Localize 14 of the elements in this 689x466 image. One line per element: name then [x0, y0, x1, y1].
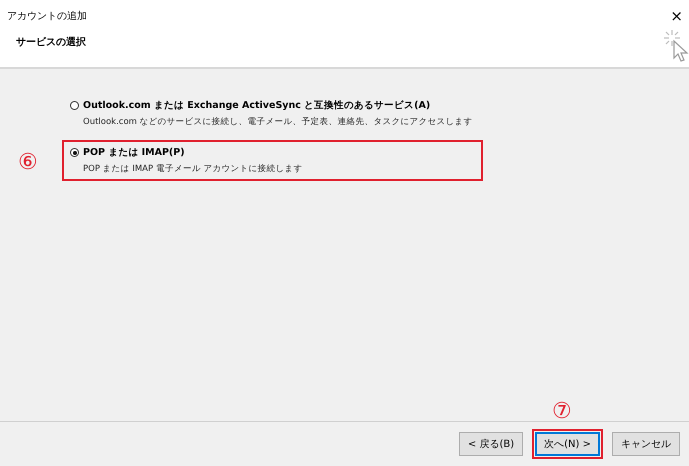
option-description: POP または IMAP 電子メール アカウントに接続します — [82, 164, 304, 176]
step-number: ⑥ — [18, 152, 38, 174]
dialog-button[interactable]: < 戻る(B) — [458, 432, 524, 456]
radio-button[interactable] — [70, 101, 79, 110]
close-button[interactable]: × — [668, 8, 685, 24]
dialog-button[interactable]: 次へ(N) > — [535, 432, 600, 456]
radio-option[interactable]: Outlook.com または Exchange ActiveSync と互換性のあるサービス(A) — [70, 99, 475, 112]
option-description: Outlook.com などのサービスに接続し、電子メール、予定表、連絡先、タスクにアクセスします — [82, 117, 474, 128]
window-title: アカウントの追加 — [7, 10, 87, 23]
step-number: ⑦ — [552, 401, 572, 423]
section-title: サービスの選択 — [16, 36, 86, 49]
radio-option[interactable]: POP または IMAP(P) — [70, 146, 475, 160]
dialog-button[interactable]: キャンセル — [612, 432, 680, 456]
radio-button[interactable] — [70, 148, 79, 158]
